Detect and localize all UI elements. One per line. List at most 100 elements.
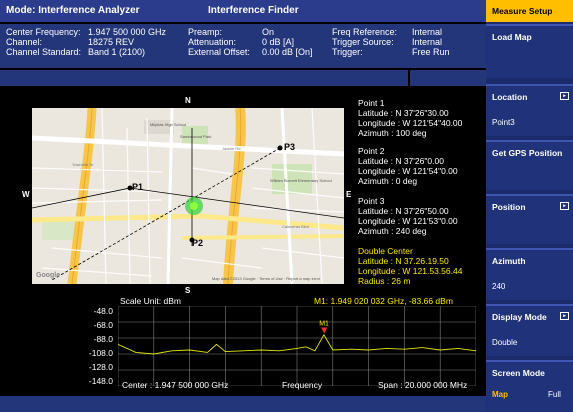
y-tick: -108.0: [88, 348, 113, 358]
point-2-title: Point 2: [358, 146, 385, 156]
screen-mode-full-option[interactable]: Full: [548, 390, 561, 399]
preamp-value: On: [262, 27, 275, 37]
point-1-latitude: Latitude : N 37'26"30.00: [358, 108, 449, 118]
azimuth-button[interactable]: Azimuth 240: [486, 248, 573, 300]
spectrum-svg: M1: [117, 305, 477, 387]
point-2-longitude: Longitude : W 121'54"0.00: [358, 166, 458, 176]
google-logo: Google: [36, 272, 61, 279]
compass-north: N: [185, 96, 191, 105]
load-map-button[interactable]: Load Map: [486, 24, 573, 78]
trigger-source-label: Trigger Source:: [332, 37, 394, 47]
attenuation-value: 0 dB [A]: [262, 37, 295, 47]
submenu-arrow-icon: ▸: [560, 202, 569, 210]
map-label-jacklin: Jacklin Rd: [222, 146, 241, 151]
submenu-arrow-icon: ▸: [560, 92, 569, 100]
map-label-calaveras: Calaveras Blvd: [282, 224, 309, 229]
center-frequency-axis-label: Center : 1.947 500 000 GHz: [122, 380, 229, 390]
measure-setup-label: Measure Setup: [492, 6, 553, 16]
channel-standard-value: Band 1 (2100): [88, 47, 146, 57]
message-bar-divider: [408, 70, 410, 86]
y-tick: -68.0: [93, 320, 113, 330]
get-gps-position-label: Get GPS Position: [492, 148, 563, 158]
center-frequency-label: Center Frequency:: [6, 27, 81, 37]
x-axis-label: Frequency: [282, 380, 323, 390]
azimuth-value: 240: [492, 282, 506, 291]
freq-reference-label: Freq Reference:: [332, 27, 398, 37]
double-center-info: Double Center Latitude : N 37.26.19.50 L…: [358, 246, 462, 286]
location-value: Point3: [492, 118, 515, 127]
compass-west: W: [22, 190, 30, 199]
display-mode-label: Display Mode: [492, 312, 547, 322]
app-title: Interference Finder: [208, 5, 299, 16]
marker-m1-label: M1: [319, 321, 329, 328]
screen-mode-button[interactable]: Screen Mode Map Full: [486, 360, 573, 412]
channel-label: Channel:: [6, 37, 43, 47]
azimuth-label: Azimuth: [492, 256, 526, 266]
double-center-longitude: Longitude : W 121.53.56.44: [358, 266, 463, 276]
y-tick: -148.0: [88, 376, 113, 386]
map-label-elementary: William Burnett Elementary School: [270, 178, 332, 183]
map-label-school: Milpitas High School: [150, 122, 187, 127]
status-bar: [0, 396, 486, 412]
freq-reference-value: Internal: [412, 27, 443, 37]
center-frequency-value: 1.947 500 000 GHz: [88, 27, 167, 37]
map-view[interactable]: P1 P2 P3 Milpitas High School Sandalwood…: [32, 108, 344, 284]
map-label-p2: P2: [192, 238, 204, 248]
trigger-source-value: Internal: [412, 37, 443, 47]
position-button[interactable]: Position ▸: [486, 194, 573, 244]
y-tick: -88.0: [93, 334, 113, 344]
point-1-longitude: Longitude : W 121'54"40.00: [358, 118, 463, 128]
submenu-arrow-icon: ▸: [560, 312, 569, 320]
point-2-latitude: Latitude : N 37'26"0.00: [358, 156, 444, 166]
span-label: Span : 20.000 000 MHz: [378, 380, 468, 390]
title-bar: Mode: Interference Analyzer Interference…: [0, 0, 486, 22]
marker-m1-icon[interactable]: [321, 327, 328, 334]
trigger-value: Free Run: [412, 47, 450, 57]
map-attribution[interactable]: Map data ©2013 Google · Terms of Use · R…: [212, 276, 320, 281]
get-gps-position-button[interactable]: Get GPS Position: [486, 140, 573, 190]
position-label: Position: [492, 202, 526, 212]
point-3-title: Point 3: [358, 196, 385, 206]
point-1-azimuth: Azimuth : 100 deg: [358, 128, 427, 138]
compass-south: S: [185, 286, 191, 295]
external-offset-value: 0.00 dB [On]: [262, 47, 313, 57]
parameter-panel: Center Frequency: 1.947 500 000 GHz Chan…: [0, 24, 486, 68]
marker-readout: M1: 1.949 020 032 GHz, -83.66 dBm: [314, 296, 453, 306]
map-label-yosemite: Yosemite Dr: [72, 162, 94, 167]
map-label-park: Sandalwood Park: [180, 134, 212, 139]
point-3-info: Point 3 Latitude : N 37'26"50.00 Longitu…: [358, 196, 458, 236]
trigger-label: Trigger:: [332, 47, 363, 57]
point-3-longitude: Longitude : W 121'53"0.00: [358, 216, 458, 226]
point-2-azimuth: Azimuth : 0 deg: [358, 176, 418, 186]
compass-east: E: [346, 190, 352, 199]
double-center-title: Double Center: [358, 246, 413, 256]
preamp-label: Preamp:: [188, 27, 223, 37]
location-button[interactable]: Location ▸ Point3: [486, 84, 573, 136]
softkey-panel: Measure Setup Load Map Location ▸ Point3…: [486, 0, 573, 412]
spectrum-plot[interactable]: M1: [117, 305, 477, 387]
message-bar: [0, 70, 486, 86]
point-1-info: Point 1 Latitude : N 37'26"30.00 Longitu…: [358, 98, 462, 138]
attenuation-label: Attenuation:: [188, 37, 237, 47]
double-center-radius: Radius : 26 m: [358, 276, 411, 286]
scale-unit-label: Scale Unit: dBm: [120, 296, 181, 306]
double-center-latitude: Latitude : N 37.26.19.50: [358, 256, 449, 266]
load-map-label: Load Map: [492, 32, 532, 42]
display-mode-value: Double: [492, 338, 518, 347]
y-tick: -48.0: [93, 306, 113, 316]
measure-setup-header: Measure Setup: [486, 0, 573, 22]
map-label-p3: P3: [284, 142, 296, 152]
mode-label: Mode: Interference Analyzer: [6, 5, 140, 16]
map-label-p1: P1: [132, 182, 144, 192]
y-tick: -128.0: [88, 362, 113, 372]
channel-value: 18275 REV: [88, 37, 135, 47]
point-3-latitude: Latitude : N 37'26"50.00: [358, 206, 449, 216]
display-mode-button[interactable]: Display Mode ▸ Double: [486, 304, 573, 356]
channel-standard-label: Channel Standard:: [6, 47, 82, 57]
screen-mode-label: Screen Mode: [492, 368, 545, 378]
screen-mode-map-option[interactable]: Map: [492, 390, 508, 399]
point-2-info: Point 2 Latitude : N 37'26"0.00 Longitud…: [358, 146, 458, 186]
location-label: Location: [492, 92, 528, 102]
external-offset-label: External Offset:: [188, 47, 250, 57]
point-3-azimuth: Azimuth : 240 deg: [358, 226, 427, 236]
